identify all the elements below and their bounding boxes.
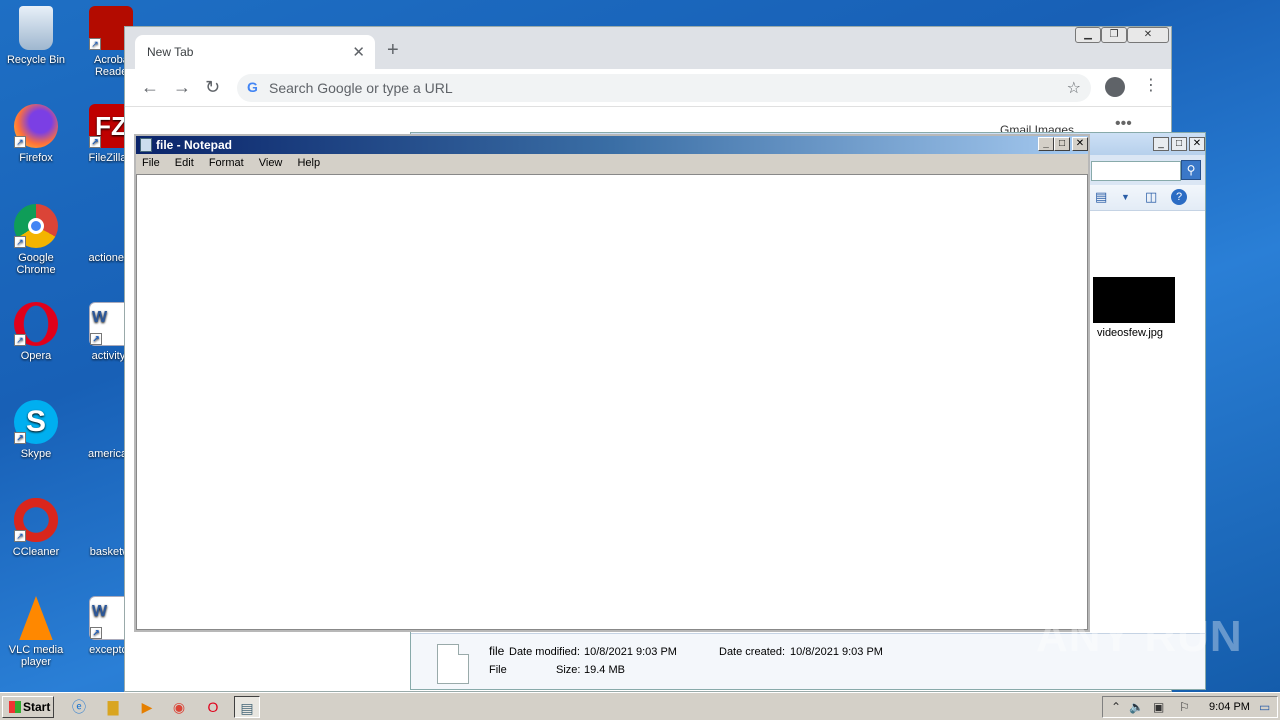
notepad-window: file - Notepad _ □ ✕ File Edit Format Vi… bbox=[134, 134, 1090, 632]
notepad-titlebar[interactable]: file - Notepad _ □ ✕ bbox=[136, 136, 1088, 154]
system-tray: ⌃ 🔈 ▣ ⚐ 9:04 PM ▭ bbox=[1102, 696, 1278, 718]
maximize-button[interactable]: □ bbox=[1054, 137, 1070, 151]
desktop-icon-vlc[interactable]: VLC media player bbox=[1, 596, 71, 668]
close-button[interactable]: ✕ bbox=[1127, 27, 1169, 43]
show-desktop-icon[interactable]: ▭ bbox=[1259, 700, 1270, 714]
desktop-icon-label: VLC media player bbox=[8, 644, 64, 668]
size-value: 19.4 MB bbox=[584, 664, 625, 676]
restore-button[interactable]: ❐ bbox=[1101, 27, 1127, 43]
explorer-folder-icon[interactable]: ▇ bbox=[100, 696, 126, 718]
start-label: Start bbox=[23, 700, 51, 714]
maximize-button[interactable]: □ bbox=[1171, 137, 1187, 151]
reload-icon[interactable]: ↻ bbox=[205, 77, 220, 98]
recycle-bin-icon bbox=[19, 6, 53, 50]
desktop-icon-recycle-bin[interactable]: Recycle Bin bbox=[1, 6, 71, 66]
chrome-taskbar-icon[interactable]: ◉ bbox=[166, 696, 192, 718]
vlc-icon bbox=[19, 596, 53, 640]
start-button[interactable]: Start bbox=[2, 696, 54, 718]
desktop-icon-firefox[interactable]: ↗ Firefox bbox=[1, 104, 71, 164]
watermark-logo: ANY RUN bbox=[1036, 612, 1243, 661]
desktop-icon-label: Opera bbox=[20, 350, 52, 362]
google-g-icon: G bbox=[247, 79, 258, 95]
desktop-icon-ccleaner[interactable]: ↗ CCleaner bbox=[1, 498, 71, 558]
network-icon[interactable]: ▣ bbox=[1153, 700, 1164, 714]
notepad-text-area[interactable] bbox=[136, 174, 1088, 630]
close-tab-icon[interactable]: ✕ bbox=[352, 43, 365, 61]
thumbnail-label[interactable]: videosfew.jpg bbox=[1097, 327, 1163, 339]
desktop-icon-label: Recycle Bin bbox=[6, 54, 66, 66]
forward-icon[interactable]: → bbox=[173, 77, 191, 98]
volume-icon[interactable]: 🔈 bbox=[1129, 700, 1144, 714]
clock[interactable]: 9:04 PM bbox=[1209, 701, 1250, 713]
view-icon[interactable]: ▤ bbox=[1095, 189, 1107, 205]
minimize-button[interactable]: _ bbox=[1038, 137, 1054, 151]
desktop-icon-label: Google Chrome bbox=[16, 252, 56, 276]
minimize-button[interactable]: _ bbox=[1153, 137, 1169, 151]
file-name: file bbox=[489, 644, 505, 658]
chevron-down-icon[interactable]: ▼ bbox=[1121, 192, 1130, 202]
tab-new-tab[interactable]: New Tab ✕ bbox=[135, 35, 375, 69]
ie-icon[interactable]: ⓔ bbox=[66, 696, 92, 718]
date-modified-label: Date modified: bbox=[509, 646, 580, 658]
chrome-toolbar: ← → ↻ G Search Google or type a URL ☆ ⋮ bbox=[125, 69, 1171, 107]
date-created-value: 10/8/2021 9:03 PM bbox=[790, 646, 883, 658]
opera-icon: ↗ bbox=[14, 302, 58, 346]
ccleaner-icon: ↗ bbox=[14, 498, 58, 542]
apps-icon[interactable]: ••• bbox=[1115, 115, 1132, 133]
new-tab-icon[interactable]: + bbox=[387, 39, 399, 62]
size-label: Size: bbox=[556, 664, 581, 676]
desktop-icon-label: Skype bbox=[20, 448, 52, 460]
window-title: file - Notepad bbox=[156, 138, 233, 152]
close-button[interactable]: ✕ bbox=[1072, 137, 1088, 151]
minimize-button[interactable]: ▁ bbox=[1075, 27, 1101, 43]
desktop-icon-label: CCleaner bbox=[12, 546, 60, 558]
file-type: File bbox=[489, 664, 507, 676]
notepad-taskbar-icon[interactable]: ▤ bbox=[234, 696, 260, 718]
help-icon[interactable]: ? bbox=[1171, 189, 1187, 205]
menu-view[interactable]: View bbox=[259, 157, 283, 169]
firefox-icon: ↗ bbox=[14, 104, 58, 148]
back-icon[interactable]: ← bbox=[141, 77, 159, 98]
desktop-icon-google-chrome[interactable]: ↗ Google Chrome bbox=[1, 204, 71, 276]
notepad-icon bbox=[140, 138, 152, 152]
tab-title: New Tab bbox=[147, 45, 194, 59]
desktop-icon-opera[interactable]: ↗ Opera bbox=[1, 302, 71, 362]
taskbar: Start ⓔ ▇ ▶ ◉ O ▤ ⌃ 🔈 ▣ ⚐ 9:04 PM ▭ bbox=[0, 692, 1280, 720]
date-modified-value: 10/8/2021 9:03 PM bbox=[584, 646, 677, 658]
search-icon[interactable]: ⚲ bbox=[1181, 160, 1201, 180]
image-thumbnail[interactable] bbox=[1093, 277, 1175, 323]
close-button[interactable]: ✕ bbox=[1189, 137, 1205, 151]
windows-logo-icon bbox=[9, 701, 21, 713]
desktop-icon-label: Firefox bbox=[19, 152, 53, 164]
file-icon bbox=[437, 644, 469, 684]
skype-icon: S ↗ bbox=[14, 400, 58, 444]
search-input[interactable] bbox=[1091, 161, 1181, 181]
bookmark-star-icon[interactable]: ☆ bbox=[1067, 78, 1081, 98]
preview-pane-icon[interactable]: ◫ bbox=[1145, 189, 1157, 205]
chrome-icon: ↗ bbox=[14, 204, 58, 248]
chrome-menu-icon[interactable]: ⋮ bbox=[1143, 75, 1159, 95]
omnibox-input[interactable]: G Search Google or type a URL ☆ bbox=[237, 74, 1091, 102]
notepad-menubar: File Edit Format View Help bbox=[136, 154, 1088, 174]
menu-edit[interactable]: Edit bbox=[175, 157, 194, 169]
desktop-icon-skype[interactable]: S ↗ Skype bbox=[1, 400, 71, 460]
menu-format[interactable]: Format bbox=[209, 157, 244, 169]
chrome-tab-strip: New Tab ✕ + ▁ ❐ ✕ bbox=[125, 27, 1171, 69]
opera-taskbar-icon[interactable]: O bbox=[200, 696, 226, 718]
flag-icon[interactable]: ⚐ bbox=[1179, 700, 1190, 714]
date-created-label: Date created: bbox=[719, 646, 786, 658]
chevron-up-icon[interactable]: ⌃ bbox=[1111, 700, 1121, 714]
menu-help[interactable]: Help bbox=[297, 157, 320, 169]
menu-file[interactable]: File bbox=[142, 157, 160, 169]
account-icon[interactable] bbox=[1105, 77, 1125, 97]
media-player-icon[interactable]: ▶ bbox=[134, 696, 160, 718]
omnibox-placeholder: Search Google or type a URL bbox=[269, 80, 453, 96]
